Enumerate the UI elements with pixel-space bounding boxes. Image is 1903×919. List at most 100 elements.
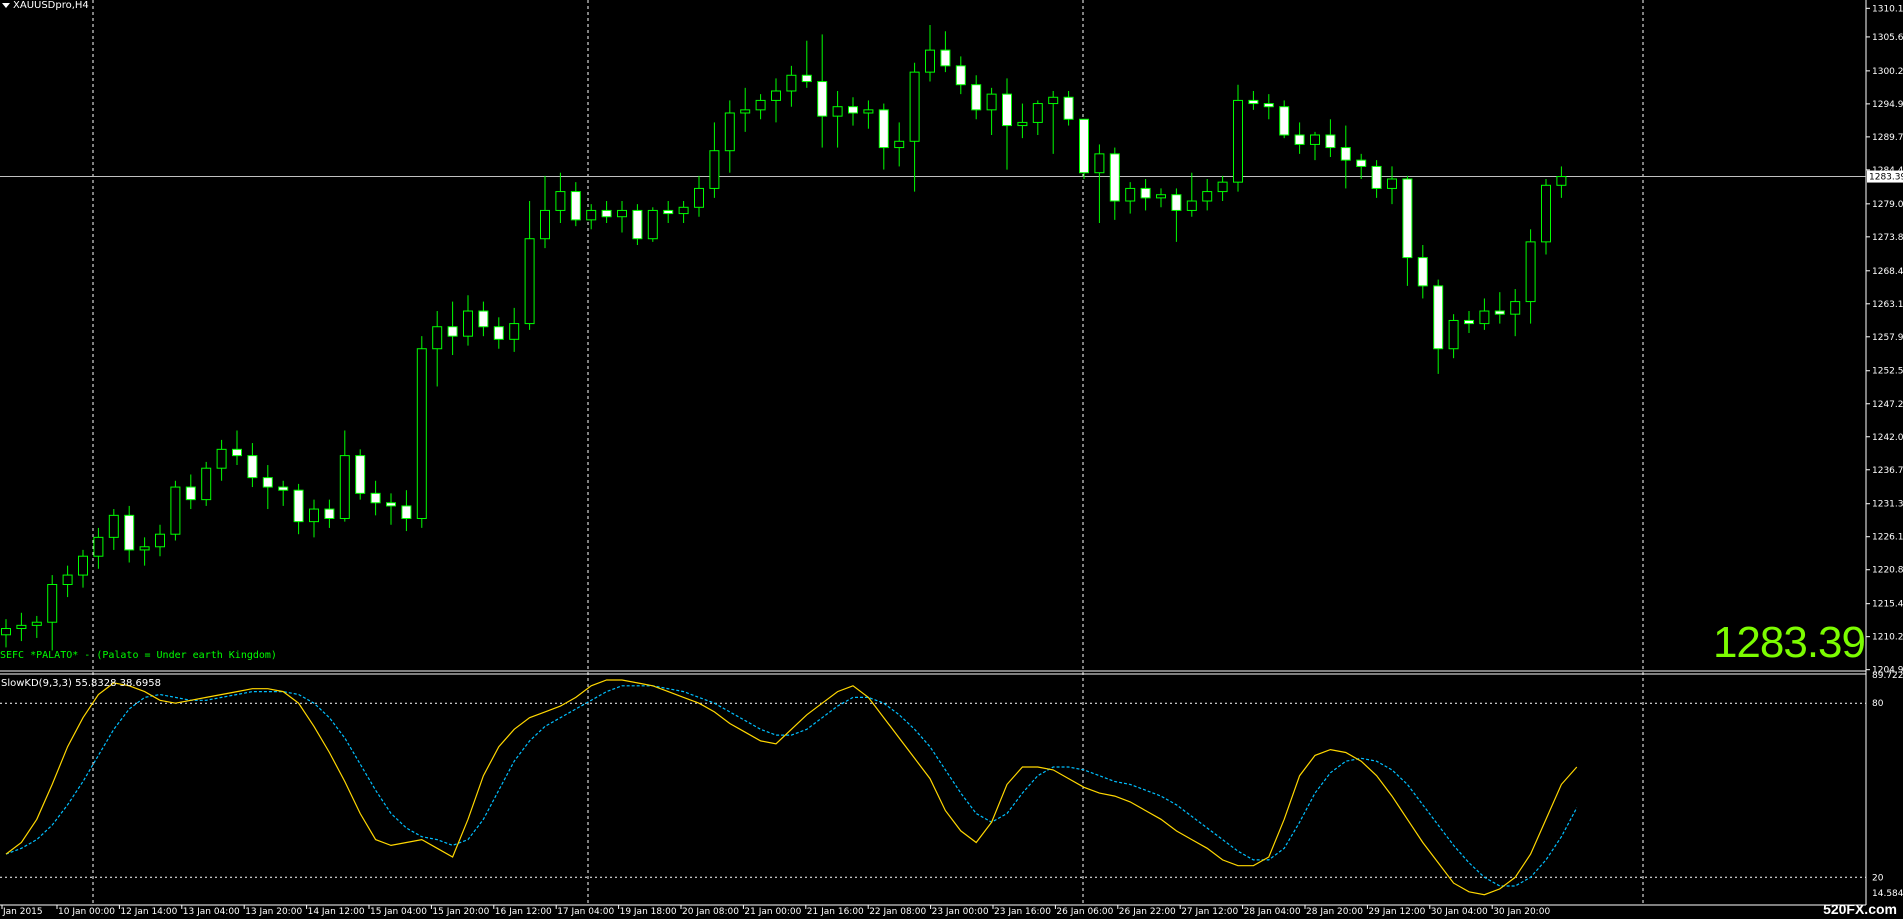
time-tick-label: 22 Jan 08:00 [869,907,926,917]
time-tick-label: 21 Jan 00:00 [744,907,801,917]
candle-body [1048,96,1059,105]
price-tick-label: 1247.25 [1872,400,1903,410]
candle-body [1248,99,1259,105]
price-tick-label: 1242.00 [1872,433,1903,443]
candle-body [1156,194,1166,199]
candle [108,509,119,550]
time-tick-label: 21 Jan 16:00 [807,907,864,917]
candle [1079,118,1089,180]
candle [1140,179,1151,211]
candle [339,430,350,522]
candle [432,311,443,387]
time-tick-label: 28 Jan 04:00 [1244,907,1301,917]
candle-body [1186,200,1197,211]
candle-body [1263,103,1274,108]
candle [586,204,597,230]
time-tick-label: 30 Jan 20:00 [1493,907,1550,917]
candle-body [817,81,828,117]
candle [1,619,11,648]
candle [955,56,966,95]
candle [1356,153,1367,180]
candle-body [586,209,597,221]
candle [925,24,935,82]
candle-body [108,514,119,538]
time-tick-label: 23 Jan 00:00 [932,907,989,917]
current-price-display: 1283.39 [1712,618,1866,667]
candle-body [724,112,735,152]
candle [1248,90,1259,110]
oscillator-tick-label: 20 [1872,873,1884,883]
candle-body [1433,285,1444,350]
candle [386,493,396,525]
candle-body [678,206,689,215]
candle-body [463,310,473,337]
candle [355,449,366,500]
watermark: 520FX.com [1823,901,1897,917]
candle-body [1233,99,1243,183]
price-tick-label: 1236.75 [1872,466,1903,476]
candle-body [570,191,581,221]
candle-body [432,326,443,350]
candle-body [1479,310,1490,325]
time-tick-label: 17 Jan 04:00 [557,907,614,917]
time-tick-label: 13 Jan 04:00 [183,907,240,917]
candle [1063,90,1074,126]
candle-body [1279,106,1290,136]
candle [262,465,273,510]
candle [1002,78,1012,170]
price-tick-label: 1273.80 [1872,233,1903,243]
candle [401,490,412,532]
candle-body [1032,103,1043,123]
oscillator-label: SlowKD(9,3,3) 55.8328 38.6958 [1,678,161,689]
candle-body [1541,184,1551,243]
candle-body [1525,241,1536,303]
candle-body [1094,153,1105,174]
time-tick-label: 14 Jan 12:00 [308,907,365,917]
candle-body [93,536,104,557]
candle [786,65,797,107]
candle [216,439,227,481]
candle-body [309,508,319,523]
price-tick-label: 1210.20 [1872,633,1903,643]
candle-body [47,583,58,623]
candle [1109,147,1120,220]
candle-body [1002,93,1012,127]
d-line-series [5,685,1578,887]
symbol-title[interactable]: XAUUSDpro,H4 [2,0,89,11]
candle-body [1202,191,1213,202]
candle [801,40,812,88]
candle [1217,175,1228,202]
candle [62,565,73,598]
chart-canvas: 1310.151305.601300.201294.951289.701284.… [0,0,1903,917]
candle [1371,160,1382,198]
candle [478,301,489,337]
candle-body [401,505,412,519]
price-tick-label: 1305.60 [1872,33,1903,43]
candle-body [1340,147,1351,161]
candle [540,175,550,249]
candle-body [832,106,843,117]
candle [647,207,658,242]
candle [1233,84,1243,192]
candle-body [1140,187,1151,199]
candle-body [1217,181,1228,193]
candle [878,103,889,170]
candle-body [262,477,273,488]
candle [1202,179,1213,211]
time-tick-label: 23 Jan 16:00 [994,907,1051,917]
dropdown-triangle-icon[interactable] [2,2,10,8]
price-tick-label: 1257.90 [1872,333,1903,343]
candle [740,87,751,132]
candle [1325,119,1336,157]
candle [724,100,735,173]
candle [524,201,535,330]
price-tick-label: 1231.35 [1872,500,1903,510]
time-tick-label: 19 Jan 18:00 [620,907,677,917]
candle-body [971,84,982,111]
price-tick-label: 1252.50 [1872,367,1903,377]
candle-body [1109,153,1120,202]
candle-body [1356,159,1367,167]
candle-body [155,533,165,548]
candle-body [524,238,535,325]
candle [940,31,951,73]
